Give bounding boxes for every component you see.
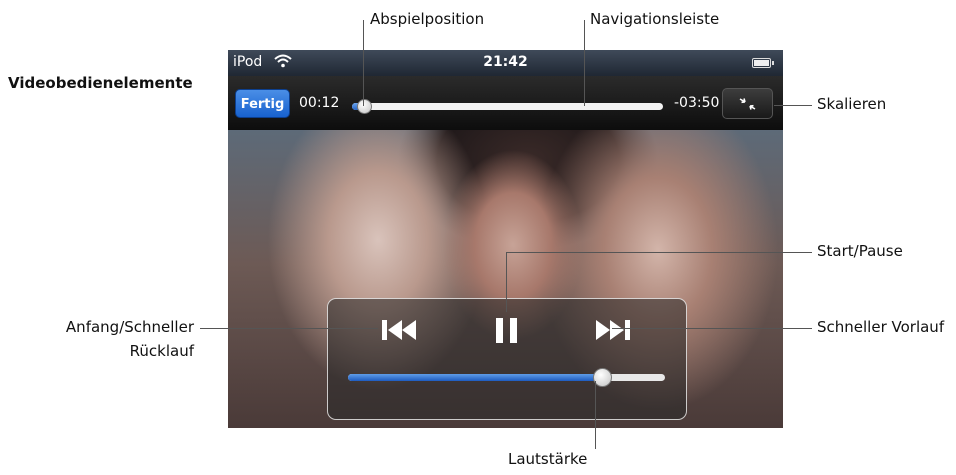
previous-icon	[382, 320, 416, 340]
leader-line-scrubber	[584, 20, 585, 106]
pause-icon	[496, 318, 517, 343]
callout-play-pause: Start/Pause	[817, 242, 903, 260]
done-button[interactable]: Fertig	[235, 89, 290, 118]
volume-level	[348, 374, 602, 381]
scale-icon	[739, 98, 756, 110]
scrubber-bar[interactable]	[352, 99, 663, 114]
battery-icon	[752, 58, 774, 68]
play-pause-button[interactable]	[487, 313, 527, 351]
clock: 21:42	[483, 54, 528, 70]
next-icon	[596, 320, 630, 340]
callout-rewind-line1: Anfang/Schneller	[65, 318, 194, 336]
callout-playhead: Abspielposition	[370, 10, 485, 28]
leader-line-fast-forward	[612, 328, 812, 329]
callout-scale: Skalieren	[817, 95, 887, 113]
callout-volume: Lautstärke	[508, 450, 588, 468]
leader-line-rewind	[200, 328, 378, 329]
elapsed-time: 00:12	[299, 95, 340, 111]
playhead-knob[interactable]	[357, 99, 372, 114]
leader-line-play-pause-h	[506, 252, 812, 253]
leader-line-play-pause-v	[506, 252, 507, 312]
leader-line-volume	[595, 381, 596, 449]
scale-button[interactable]	[722, 88, 773, 119]
callout-scrubber: Navigationsleiste	[590, 10, 720, 28]
leader-line-playhead	[363, 20, 364, 106]
status-bar: iPod 21:42	[228, 50, 783, 76]
callout-fast-forward: Schneller Vorlauf	[817, 318, 945, 336]
previous-button[interactable]	[378, 313, 422, 351]
volume-slider[interactable]	[348, 368, 665, 387]
callout-rewind-line2: Rücklauf	[129, 342, 194, 360]
playback-navbar: Fertig 00:12 -03:50	[228, 76, 783, 130]
section-title: Videobedienelemente	[8, 74, 193, 92]
playback-controls	[327, 298, 687, 420]
video-screen[interactable]: iPod 21:42 Fertig 00:12 -03:50	[228, 50, 783, 428]
remaining-time: -03:50	[674, 95, 720, 111]
leader-line-scale	[774, 105, 812, 106]
next-button[interactable]	[590, 313, 634, 351]
